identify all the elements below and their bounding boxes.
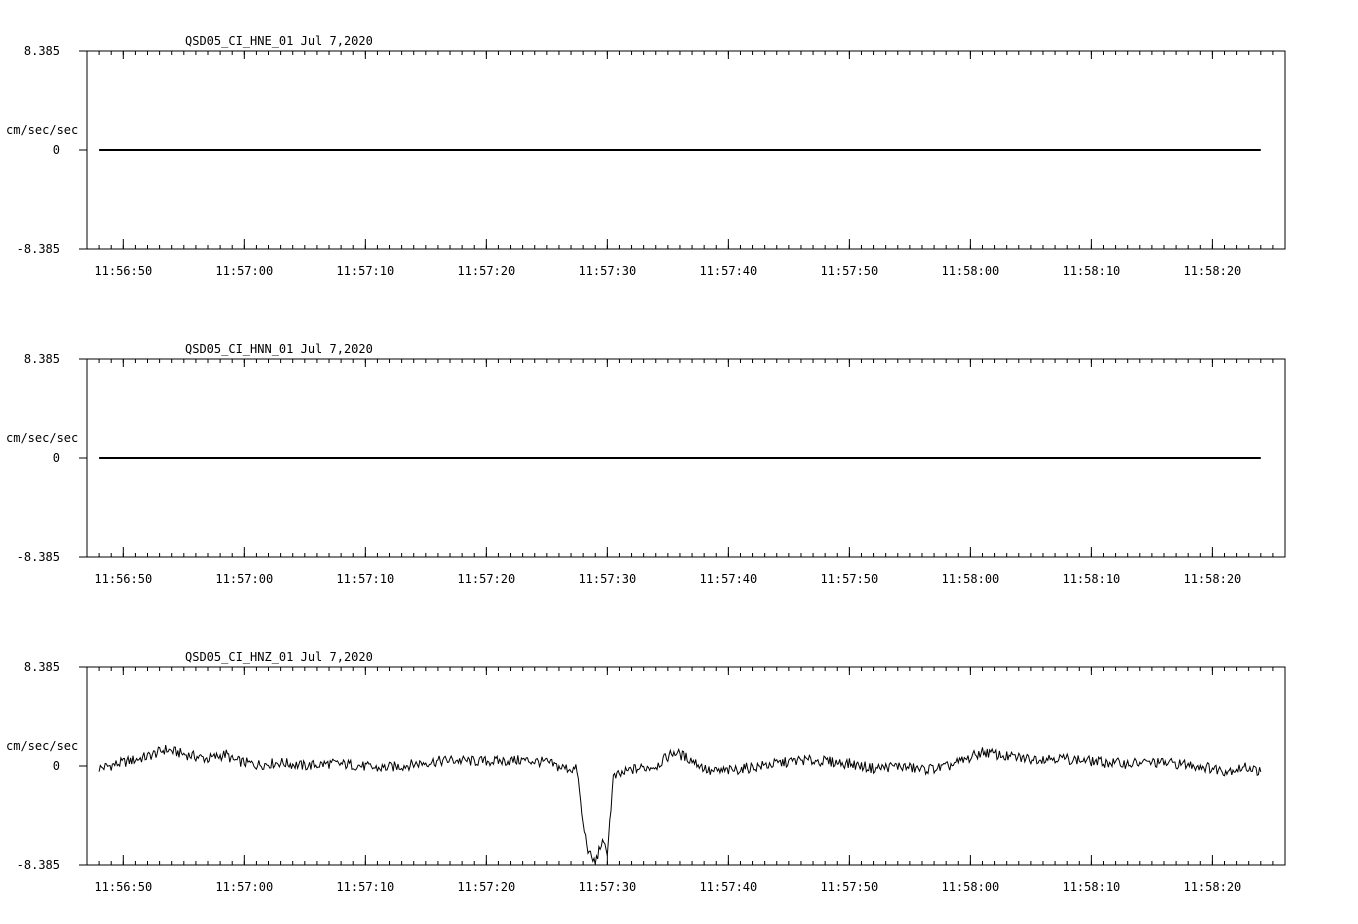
x-tick-label: 11:57:40 xyxy=(699,572,757,586)
x-tick-label: 11:57:50 xyxy=(820,880,878,894)
y-tick-label: 0 xyxy=(53,451,60,465)
x-tick-label: 11:58:00 xyxy=(941,880,999,894)
x-tick-label: 11:57:20 xyxy=(457,264,515,278)
seismogram-figure: QSD05_CI_HNE_01 Jul 7,2020 cm/sec/sec 8.38… xyxy=(6,34,1286,894)
y-tick-label: 0 xyxy=(53,143,60,157)
x-tick-label: 11:58:00 xyxy=(941,572,999,586)
x-tick-label: 11:56:50 xyxy=(94,264,152,278)
y-tick-label: 0 xyxy=(53,759,60,773)
x-tick-label: 11:58:20 xyxy=(1183,572,1241,586)
chart-title: QSD05_CI_HNN_01 Jul 7,2020 xyxy=(185,342,373,356)
x-tick-label: 11:58:20 xyxy=(1183,264,1241,278)
x-tick-label: 11:57:10 xyxy=(336,264,394,278)
x-tick-label: 11:57:50 xyxy=(820,264,878,278)
x-tick-label: 11:57:00 xyxy=(215,572,273,586)
x-tick-label: 11:57:20 xyxy=(457,880,515,894)
y-tick-label: -8.385 xyxy=(17,858,60,872)
y-tick-label: 8.385 xyxy=(24,660,60,674)
x-tick-label: 11:58:00 xyxy=(941,264,999,278)
x-tick-label: 11:57:30 xyxy=(578,572,636,586)
x-tick-label: 11:56:50 xyxy=(94,880,152,894)
x-tick-label: 11:57:00 xyxy=(215,880,273,894)
x-tick-label: 11:57:30 xyxy=(578,880,636,894)
x-tick-label: 11:58:10 xyxy=(1062,880,1120,894)
y-tick-label: -8.385 xyxy=(17,242,60,256)
x-tick-label: 11:57:30 xyxy=(578,264,636,278)
x-tick-label: 11:58:10 xyxy=(1062,572,1120,586)
x-tick-label: 11:57:50 xyxy=(820,572,878,586)
x-tick-label: 11:57:40 xyxy=(699,880,757,894)
x-tick-label: 11:57:10 xyxy=(336,880,394,894)
x-tick-label: 11:58:20 xyxy=(1183,880,1241,894)
y-axis-label: cm/sec/sec xyxy=(6,123,78,137)
x-tick-label: 11:57:10 xyxy=(336,572,394,586)
x-tick-label: 11:57:20 xyxy=(457,572,515,586)
waveform-trace xyxy=(98,745,1262,865)
y-tick-label: -8.385 xyxy=(17,550,60,564)
y-axis-label: cm/sec/sec xyxy=(6,739,78,753)
chart-title: QSD05_CI_HNE_01 Jul 7,2020 xyxy=(185,34,373,48)
y-tick-label: 8.385 xyxy=(24,44,60,58)
x-tick-label: 11:58:10 xyxy=(1062,264,1120,278)
x-tick-label: 11:56:50 xyxy=(94,572,152,586)
chart-title: QSD05_CI_HNZ_01 Jul 7,2020 xyxy=(185,650,373,664)
x-tick-label: 11:57:40 xyxy=(699,264,757,278)
y-tick-label: 8.385 xyxy=(24,352,60,366)
y-axis-label: cm/sec/sec xyxy=(6,431,78,445)
x-tick-label: 11:57:00 xyxy=(215,264,273,278)
